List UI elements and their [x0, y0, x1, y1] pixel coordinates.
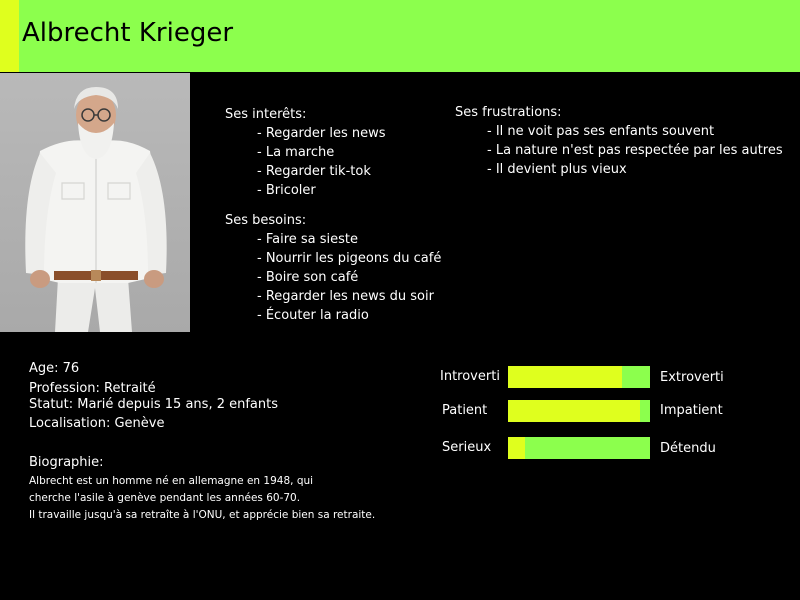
header-accent-stripe	[0, 0, 19, 72]
persona-photo	[0, 73, 190, 332]
interest-item: Regarder tik-tok	[257, 162, 386, 181]
trait-left-label: Serieux	[442, 440, 492, 455]
interest-item: Bricoler	[257, 181, 386, 200]
frustrations-section: Ses frustrations: Il ne voit pas ses enf…	[455, 103, 783, 179]
biography-line: Il travaille jusqu'à sa retraîte à l'ONU…	[29, 509, 376, 521]
interests-title: Ses interêts:	[225, 107, 307, 122]
needs-title: Ses besoins:	[225, 213, 307, 228]
frustration-item: Il devient plus vieux	[487, 160, 783, 179]
trait-left-label: Patient	[442, 403, 488, 418]
biography-line: Albrecht est un homme né en allemagne en…	[29, 475, 314, 487]
trait-bar-seriousness	[508, 437, 650, 459]
trait-right-label: Détendu	[660, 441, 716, 456]
need-item: Nourrir les pigeons du café	[257, 249, 442, 268]
biography-section: Biographie: Albrecht est un homme né en …	[29, 454, 375, 524]
need-item: Écouter la radio	[257, 306, 441, 325]
trait-left-label: Introverti	[440, 369, 500, 384]
need-item: Regarder les news du soir	[257, 287, 441, 306]
frustration-item: Il ne voit pas ses enfants souvent	[487, 122, 783, 141]
trait-right-label: Extroverti	[660, 370, 724, 385]
frustration-item: La nature n'est pas respectée par les au…	[487, 141, 783, 160]
need-item: Faire sa sieste	[257, 230, 441, 249]
needs-section: Ses besoins: Faire sa sieste Nourrir les…	[225, 211, 441, 325]
interests-section: Ses interêts: Regarder les news La march…	[225, 105, 386, 200]
fact-age: Age: 76	[29, 361, 80, 376]
biography-line: cherche l'asile à genève pendant les ann…	[29, 492, 301, 504]
biography-title: Biographie:	[29, 455, 104, 470]
trait-bar-fill	[508, 366, 622, 388]
needs-list: Faire sa sieste Nourrir les pigeons du c…	[225, 230, 442, 325]
trait-bar-introversion	[508, 366, 650, 388]
trait-right-label: Impatient	[660, 403, 723, 418]
need-item: Boire son café	[257, 268, 441, 287]
fact-marital-status: Statut: Marié depuis 15 ans, 2 enfants	[29, 397, 278, 412]
frustrations-title: Ses frustrations:	[455, 105, 562, 120]
fact-profession: Profession: Retraité	[29, 381, 156, 396]
fact-location: Localisation: Genève	[29, 416, 165, 431]
frustrations-list: Il ne voit pas ses enfants souvent La na…	[455, 122, 783, 179]
interest-item: Regarder les news	[257, 124, 386, 143]
interest-item: La marche	[257, 143, 386, 162]
persona-name: Albrecht Krieger	[22, 18, 234, 48]
interests-list: Regarder les news La marche Regarder tik…	[225, 124, 386, 200]
trait-bar-fill	[508, 437, 526, 459]
trait-bar-fill	[508, 400, 641, 422]
trait-bar-patience	[508, 400, 650, 422]
biography-text: Albrecht est un homme né en allemagne en…	[29, 473, 375, 524]
